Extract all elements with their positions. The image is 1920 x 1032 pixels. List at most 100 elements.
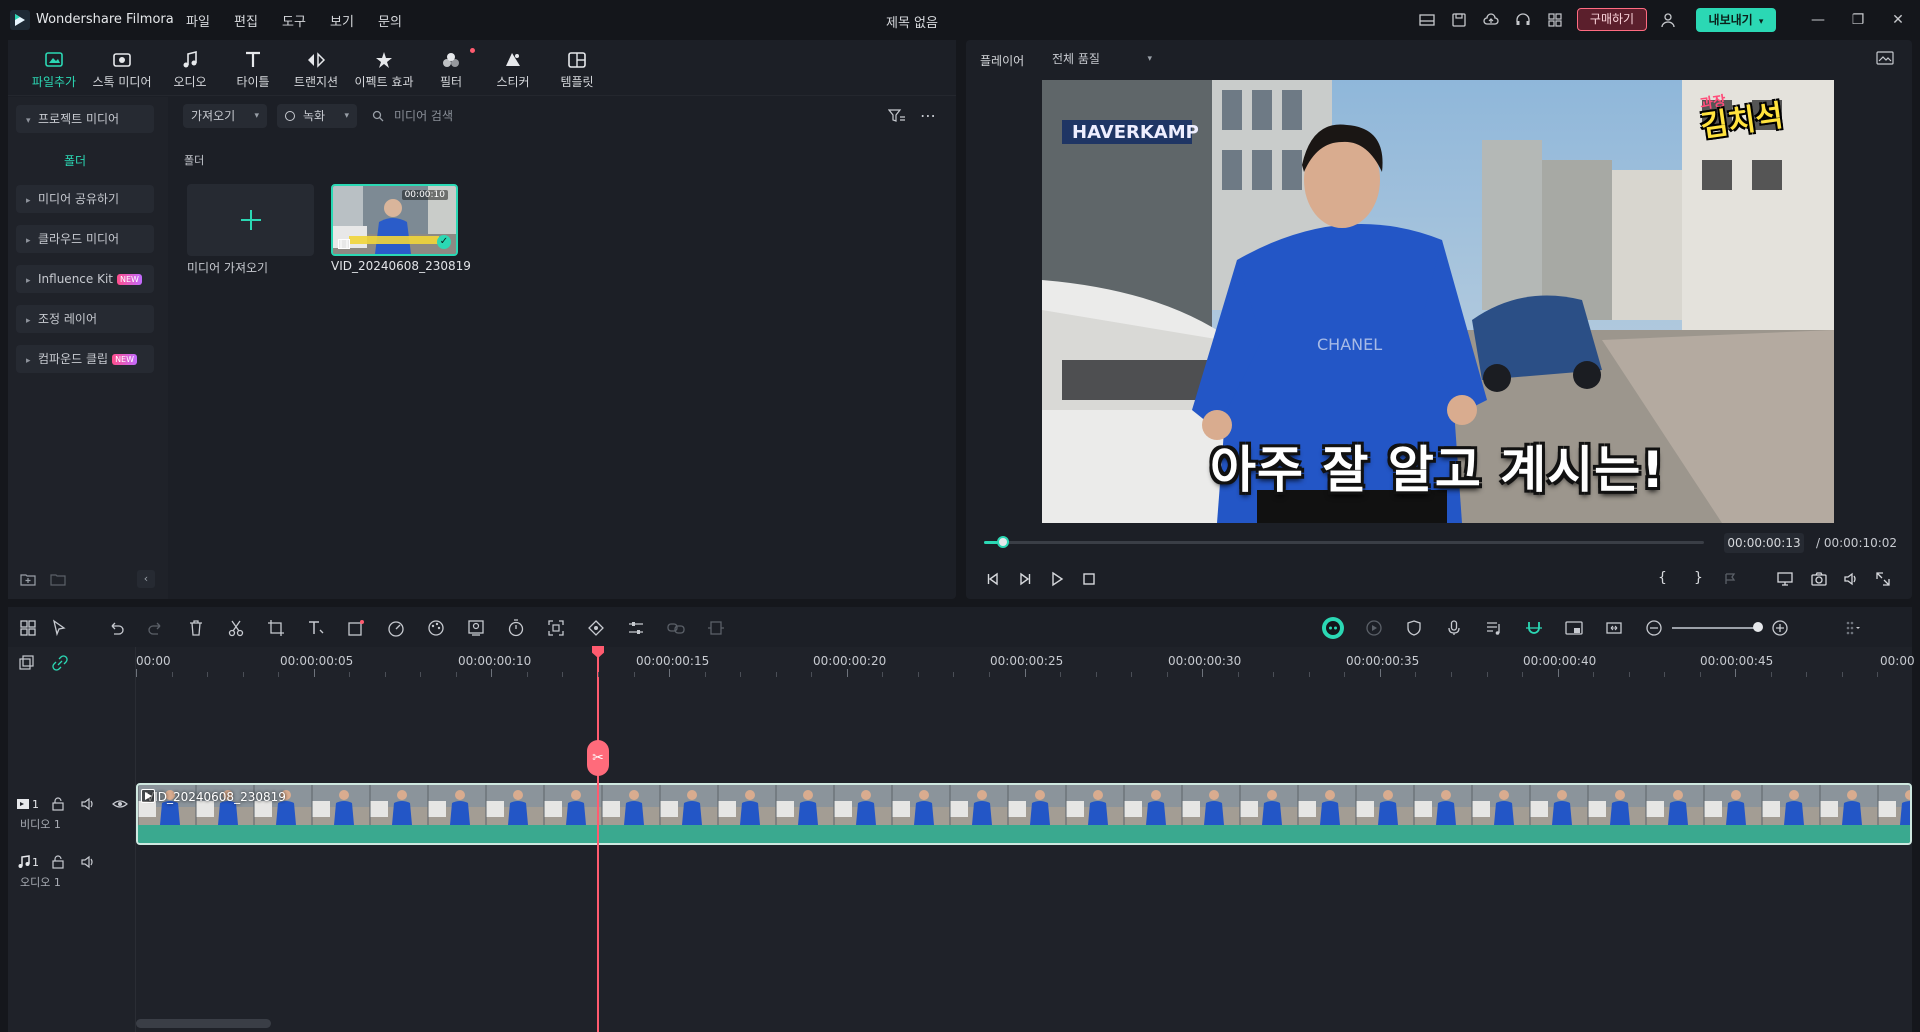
new-badge: NEW <box>112 354 138 365</box>
minimize-icon[interactable]: — <box>1808 10 1828 30</box>
record-dropdown[interactable]: 녹화 ▾ <box>277 104 357 128</box>
mute-track-icon[interactable] <box>80 854 96 870</box>
user-account-icon[interactable] <box>1659 11 1677 29</box>
folder-icon[interactable] <box>50 572 66 586</box>
sidebar-item-influence-kit[interactable]: ▸ Influence Kit NEW <box>16 265 154 293</box>
lock-track-icon[interactable] <box>50 854 66 870</box>
sidebar-item-project-media[interactable]: ▾ 프로젝트 미디어 <box>16 105 154 133</box>
undo-icon[interactable] <box>106 618 126 638</box>
select-pointer-icon[interactable] <box>50 618 70 638</box>
fullscreen-icon[interactable] <box>1874 570 1892 588</box>
ai-assistant-icon[interactable] <box>1322 617 1344 639</box>
import-dropdown[interactable]: 가져오기 ▾ <box>183 104 267 128</box>
sidebar-item-folder[interactable]: 폴더 <box>64 152 86 169</box>
new-folder-icon[interactable] <box>20 572 36 586</box>
delete-icon[interactable] <box>186 618 206 638</box>
lock-track-icon[interactable] <box>50 796 66 812</box>
tab-filters[interactable]: 필터 <box>416 48 486 92</box>
mark-in-icon[interactable]: { <box>1658 570 1676 588</box>
speed-icon[interactable] <box>386 618 406 638</box>
collapse-sidebar-icon[interactable]: ‹ <box>137 570 155 588</box>
playback-progress-track[interactable] <box>984 541 1704 544</box>
sidebar-item-cloud-media[interactable]: ▸ 클라우드 미디어 <box>16 225 154 253</box>
export-button[interactable]: 내보내기 ▾ <box>1696 8 1776 32</box>
tab-media[interactable]: 파일추가 <box>19 48 89 92</box>
volume-icon[interactable] <box>1842 570 1860 588</box>
apps-grid-icon[interactable] <box>1546 11 1564 29</box>
more-options-icon[interactable]: ⋯ <box>920 106 937 125</box>
timeline-video-clip[interactable]: VID_20240608_230819 <box>136 783 1912 845</box>
menu-view[interactable]: 보기 <box>330 11 354 30</box>
tab-stickers[interactable]: 스티커 <box>478 48 548 92</box>
close-icon[interactable]: ✕ <box>1888 10 1908 30</box>
tab-templates[interactable]: 템플릿 <box>542 48 612 92</box>
auto-reframe-icon[interactable] <box>546 618 566 638</box>
menu-tools[interactable]: 도구 <box>282 11 306 30</box>
sidebar-item-compound-clip[interactable]: ▸ 컴파운드 클립 NEW <box>16 345 154 373</box>
layout-grid-icon[interactable] <box>18 618 38 638</box>
track-options-grid-icon[interactable] <box>1842 618 1862 638</box>
audio-list-icon[interactable] <box>1484 618 1504 638</box>
ruler-tick-label: 00:00:00:10 <box>458 654 532 668</box>
mark-out-icon[interactable]: } <box>1694 570 1712 588</box>
microphone-icon[interactable] <box>1444 618 1464 638</box>
playhead-line[interactable] <box>597 648 599 1032</box>
buy-button[interactable]: 구매하기 <box>1577 8 1647 31</box>
current-time[interactable]: 00:00:00:13 <box>1724 533 1804 553</box>
adjust-sliders-icon[interactable] <box>626 618 646 638</box>
menu-file[interactable]: 파일 <box>186 11 210 30</box>
tab-titles[interactable]: 타이틀 <box>218 48 288 92</box>
step-back-icon[interactable] <box>984 570 1002 588</box>
color-palette-icon[interactable] <box>426 618 446 638</box>
camera-snapshot-icon[interactable] <box>1810 570 1828 588</box>
timeline-horizontal-scrollbar[interactable] <box>136 1019 271 1028</box>
headset-icon[interactable] <box>1514 11 1532 29</box>
pip-icon[interactable] <box>1564 618 1584 638</box>
menu-edit[interactable]: 편집 <box>234 11 258 30</box>
restore-icon[interactable]: ❐ <box>1848 10 1868 30</box>
zoom-out-icon[interactable] <box>1644 618 1664 638</box>
layout-icon[interactable] <box>1418 11 1436 29</box>
shield-marker-icon[interactable] <box>1404 618 1424 638</box>
split-scissors-icon[interactable]: ✂ <box>587 740 609 776</box>
sidebar-item-adjustment-layer[interactable]: ▸ 조정 레이어 <box>16 305 154 333</box>
timeline-zoom-slider[interactable] <box>1672 627 1758 629</box>
tab-transitions[interactable]: 트랜지션 <box>281 48 351 92</box>
snapshot-view-icon[interactable] <box>1876 50 1894 66</box>
crop-icon[interactable] <box>266 618 286 638</box>
save-icon[interactable] <box>1450 11 1468 29</box>
ai-portrait-icon[interactable] <box>466 618 486 638</box>
stop-icon[interactable] <box>1080 570 1098 588</box>
display-monitor-icon[interactable] <box>1776 570 1794 588</box>
play-icon[interactable] <box>1048 570 1066 588</box>
mute-track-icon[interactable] <box>80 796 96 812</box>
tab-stock-media[interactable]: 스톡 미디어 <box>87 48 157 92</box>
split-scissors-icon[interactable] <box>226 618 246 638</box>
add-track-icon[interactable] <box>18 655 34 671</box>
keyframe-icon[interactable] <box>586 618 606 638</box>
zoom-in-icon[interactable] <box>1770 618 1790 638</box>
record-dropdown-label: 녹화 <box>303 109 326 123</box>
filter-sort-icon[interactable] <box>888 108 906 124</box>
timeline-zoom-handle[interactable] <box>1753 622 1763 632</box>
video-type-icon <box>338 239 350 249</box>
media-clip-thumbnail[interactable]: 00:00:10 ✓ <box>331 184 458 256</box>
snap-magnet-icon[interactable] <box>1524 618 1544 638</box>
quality-select[interactable]: 전체 품질 ▾ <box>1050 48 1160 70</box>
ruler-tick <box>1841 672 1843 677</box>
cloud-upload-icon[interactable] <box>1482 11 1500 29</box>
tab-effects[interactable]: 이펙트 효과 <box>349 48 419 92</box>
text-tool-icon[interactable] <box>306 618 326 638</box>
tab-label: 필터 <box>439 75 463 89</box>
link-icon[interactable] <box>52 655 68 671</box>
tab-audio[interactable]: 오디오 <box>155 48 225 92</box>
media-search-input[interactable] <box>372 104 672 128</box>
import-media-tile[interactable] <box>187 184 314 256</box>
sidebar-item-shared-media[interactable]: ▸ 미디어 공유하기 <box>16 185 154 213</box>
play-forward-icon[interactable] <box>1016 570 1034 588</box>
menu-help[interactable]: 문의 <box>378 11 402 30</box>
fit-timeline-icon[interactable] <box>1604 618 1624 638</box>
timer-icon[interactable] <box>506 618 526 638</box>
shape-mask-icon[interactable] <box>346 618 366 638</box>
eye-visibility-icon[interactable] <box>112 796 128 812</box>
